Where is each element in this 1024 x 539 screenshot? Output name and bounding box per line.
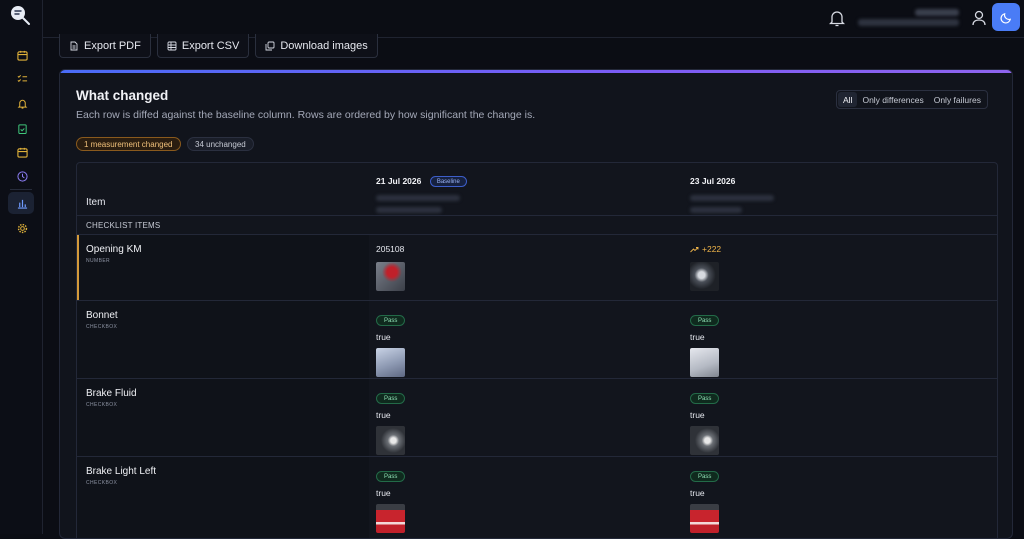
baseline-value: 205108 bbox=[376, 244, 405, 254]
photo-thumbnail[interactable] bbox=[376, 262, 405, 291]
export-csv-button[interactable]: Export CSV bbox=[156, 34, 250, 58]
gear-icon[interactable] bbox=[12, 218, 32, 238]
row-type: CHECKBOX bbox=[86, 480, 118, 486]
compare-value: true bbox=[690, 410, 705, 420]
images-icon bbox=[265, 41, 275, 50]
changed-row-indicator bbox=[77, 235, 79, 300]
baseline-cell: Pass true bbox=[376, 309, 406, 377]
app-logo[interactable] bbox=[10, 5, 32, 27]
export-pdf-button[interactable]: Export PDF bbox=[59, 34, 151, 58]
baseline-value: true bbox=[376, 410, 391, 420]
moon-icon bbox=[999, 12, 1011, 24]
photo-thumbnail[interactable] bbox=[690, 348, 719, 377]
baseline-cell: Pass true bbox=[376, 465, 406, 533]
status-badge: Pass bbox=[376, 471, 406, 482]
row-name: Opening KM bbox=[86, 244, 142, 255]
download-images-label: Download images bbox=[280, 39, 368, 52]
filter-segmented-control: All Only differences Only failures bbox=[836, 90, 988, 109]
bell-icon[interactable] bbox=[12, 93, 32, 113]
user-name-redacted bbox=[915, 9, 959, 16]
baseline-date: 21 Jul 2026 bbox=[376, 176, 422, 186]
export-toolbar: Export PDF Export CSV Download images bbox=[59, 34, 378, 58]
status-badge: Pass bbox=[376, 393, 406, 404]
status-badge: Pass bbox=[690, 393, 720, 404]
user-icon[interactable] bbox=[971, 9, 987, 27]
section-label: CHECKLIST ITEMS bbox=[86, 221, 161, 230]
theme-toggle-button[interactable] bbox=[992, 3, 1020, 31]
filter-only-failures[interactable]: Only failures bbox=[929, 92, 986, 107]
download-images-button[interactable]: Download images bbox=[255, 34, 378, 58]
photo-thumbnail[interactable] bbox=[690, 262, 719, 291]
table-icon bbox=[167, 41, 177, 50]
trending-up-icon bbox=[690, 246, 699, 252]
item-column-header: Item bbox=[86, 197, 106, 208]
compare-value: true bbox=[690, 332, 705, 342]
status-badge: Pass bbox=[376, 315, 406, 326]
status-badge: Pass bbox=[690, 471, 720, 482]
baseline-badge: Baseline bbox=[429, 176, 467, 187]
changed-count-badge: 1 measurement changed bbox=[76, 137, 181, 151]
compare-value: true bbox=[690, 488, 705, 498]
photo-thumbnail[interactable] bbox=[376, 504, 405, 533]
row-name: Bonnet bbox=[86, 310, 118, 321]
redacted-text bbox=[376, 207, 442, 213]
row-name: Brake Fluid bbox=[86, 388, 137, 399]
compare-date: 23 Jul 2026 bbox=[690, 176, 736, 186]
baseline-cell: Pass true bbox=[376, 387, 406, 455]
sidebar-divider bbox=[10, 189, 32, 190]
baseline-cell: 205108 bbox=[376, 244, 405, 291]
delta-value: +222 bbox=[702, 244, 722, 254]
bar-chart-icon[interactable] bbox=[12, 193, 32, 213]
compare-cell: +222 bbox=[690, 244, 721, 291]
calendar-icon[interactable] bbox=[12, 45, 32, 65]
section-header: CHECKLIST ITEMS bbox=[77, 216, 997, 235]
sidebar bbox=[0, 0, 43, 534]
compare-cell: Pass true bbox=[690, 387, 720, 455]
redacted-text bbox=[690, 195, 774, 201]
checklist-icon[interactable] bbox=[12, 69, 32, 89]
card-title: What changed bbox=[76, 88, 169, 103]
photo-thumbnail[interactable] bbox=[376, 348, 405, 377]
calendar-icon[interactable] bbox=[12, 142, 32, 162]
compare-cell: Pass true bbox=[690, 465, 720, 533]
row-name: Brake Light Left bbox=[86, 466, 157, 477]
table-row[interactable]: Brake Light Left CHECKBOX Pass true Pass… bbox=[77, 457, 997, 538]
baseline-value: true bbox=[376, 488, 391, 498]
unchanged-count-badge: 34 unchanged bbox=[187, 137, 254, 151]
delta-indicator: +222 bbox=[690, 244, 721, 254]
compare-column-header: 23 Jul 2026 bbox=[690, 171, 774, 213]
document-icon bbox=[70, 41, 78, 50]
card-accent-bar bbox=[60, 70, 1012, 73]
top-bar bbox=[43, 0, 1024, 38]
photo-thumbnail[interactable] bbox=[690, 504, 719, 533]
row-type: CHECKBOX bbox=[86, 324, 118, 330]
filter-all[interactable]: All bbox=[838, 92, 858, 107]
export-csv-label: Export CSV bbox=[181, 39, 240, 52]
export-pdf-label: Export PDF bbox=[84, 39, 141, 52]
table-row[interactable]: Brake Fluid CHECKBOX Pass true Pass true bbox=[77, 379, 997, 457]
comparison-table: Item 21 Jul 2026 Baseline 23 Jul 2026 CH… bbox=[76, 162, 998, 538]
photo-thumbnail[interactable] bbox=[690, 426, 719, 455]
notifications-bell-icon[interactable] bbox=[829, 9, 845, 27]
table-row[interactable]: Opening KM NUMBER 205108 +222 bbox=[77, 235, 997, 301]
what-changed-card: What changed Each row is diffed against … bbox=[59, 69, 1013, 539]
filter-only-differences[interactable]: Only differences bbox=[857, 92, 928, 107]
clipboard-check-icon[interactable] bbox=[12, 118, 32, 138]
user-email-redacted bbox=[858, 19, 959, 26]
row-label-cell bbox=[77, 301, 369, 378]
baseline-column-header: 21 Jul 2026 Baseline bbox=[376, 171, 467, 213]
clock-icon[interactable] bbox=[12, 166, 32, 186]
row-type: NUMBER bbox=[86, 258, 111, 264]
compare-cell: Pass true bbox=[690, 309, 720, 377]
photo-thumbnail[interactable] bbox=[376, 426, 405, 455]
table-row[interactable]: Bonnet CHECKBOX Pass true Pass true bbox=[77, 301, 997, 379]
status-badge: Pass bbox=[690, 315, 720, 326]
redacted-text bbox=[376, 195, 460, 201]
table-header: Item 21 Jul 2026 Baseline 23 Jul 2026 bbox=[77, 163, 997, 216]
baseline-value: true bbox=[376, 332, 391, 342]
row-type: CHECKBOX bbox=[86, 402, 118, 408]
card-subtitle: Each row is diffed against the baseline … bbox=[76, 109, 536, 121]
redacted-text bbox=[690, 207, 742, 213]
